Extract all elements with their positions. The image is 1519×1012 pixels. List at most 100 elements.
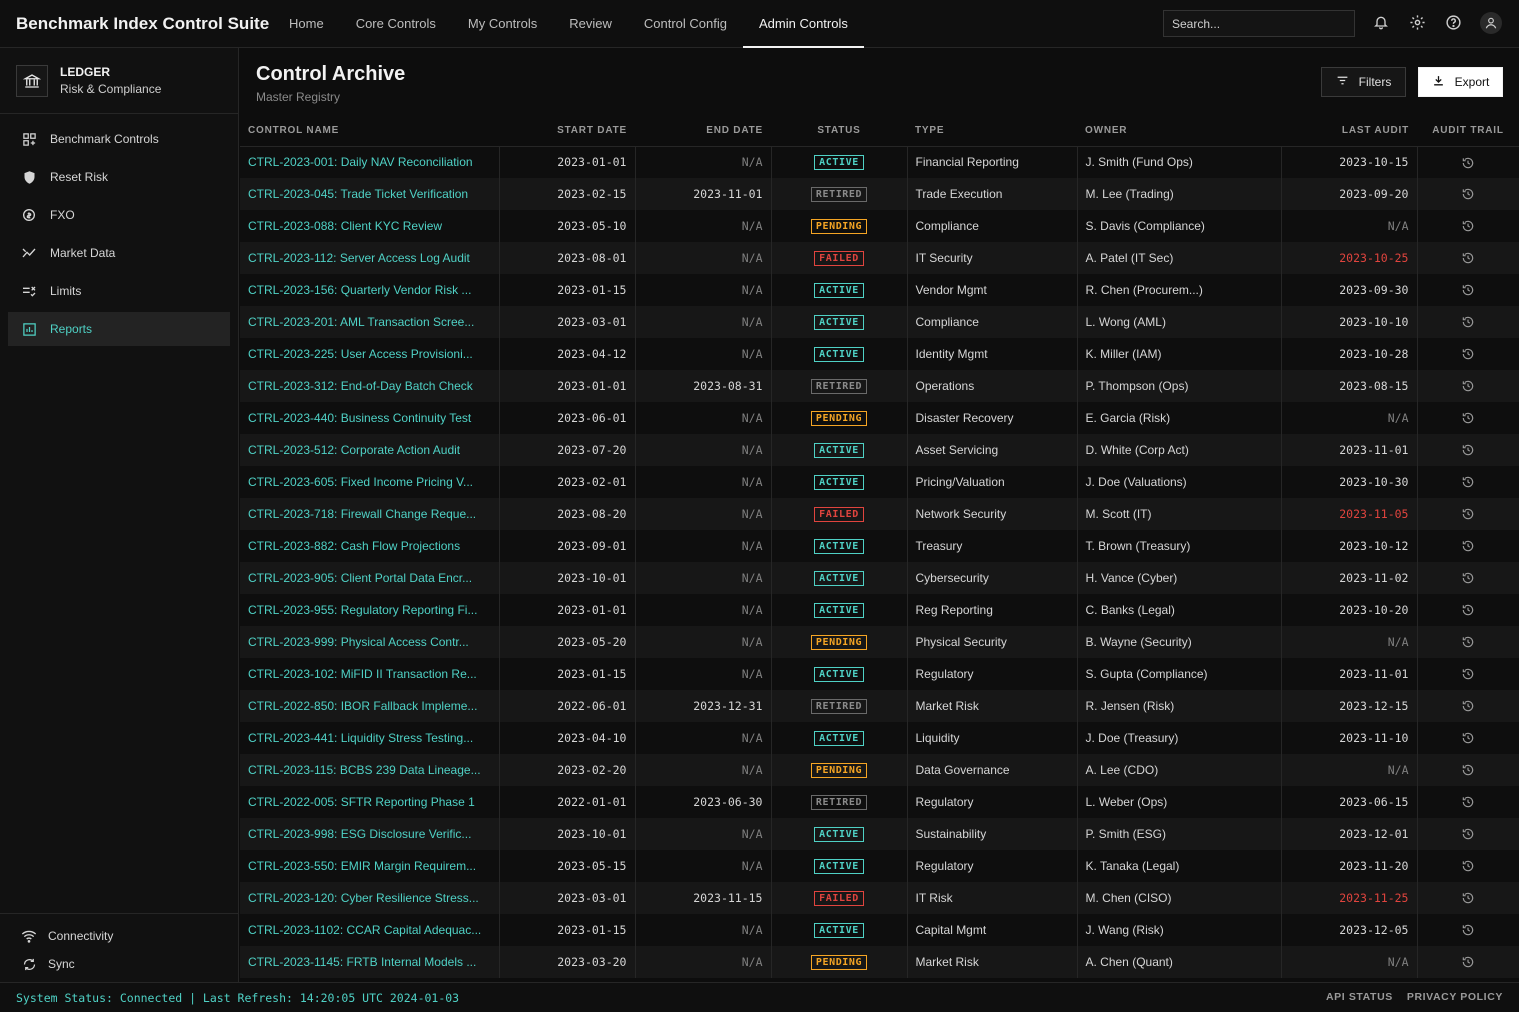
control-name-link[interactable]: CTRL-2023-1145: FRTB Internal Models ... (240, 946, 500, 978)
history-icon[interactable] (1461, 539, 1475, 553)
control-name-link[interactable]: CTRL-2023-201: AML Transaction Scree... (240, 306, 500, 338)
table-row[interactable]: CTRL-2023-441: Liquidity Stress Testing.… (240, 722, 1519, 754)
sidebar-item-fxo[interactable]: FXO (8, 198, 230, 232)
gear-icon[interactable] (1407, 12, 1427, 32)
history-icon[interactable] (1461, 955, 1475, 969)
control-name-link[interactable]: CTRL-2023-156: Quarterly Vendor Risk ... (240, 274, 500, 306)
history-icon[interactable] (1461, 859, 1475, 873)
table-row[interactable]: CTRL-2023-1145: FRTB Internal Models ...… (240, 946, 1519, 978)
table-row[interactable]: CTRL-2023-120: Cyber Resilience Stress..… (240, 882, 1519, 914)
sidebar-item-sync[interactable]: Sync (0, 950, 238, 978)
history-icon[interactable] (1461, 507, 1475, 521)
filters-button[interactable]: Filters (1321, 67, 1406, 97)
sidebar-item-reports[interactable]: Reports (8, 312, 230, 346)
control-name-link[interactable]: CTRL-2023-112: Server Access Log Audit (240, 242, 500, 274)
history-icon[interactable] (1461, 699, 1475, 713)
control-name-link[interactable]: CTRL-2023-955: Regulatory Reporting Fi..… (240, 594, 500, 626)
table-row[interactable]: CTRL-2023-605: Fixed Income Pricing V...… (240, 466, 1519, 498)
column-header[interactable]: END DATE (635, 116, 771, 147)
history-icon[interactable] (1461, 315, 1475, 329)
table-row[interactable]: CTRL-2023-512: Corporate Action Audit 202… (240, 434, 1519, 466)
history-icon[interactable] (1461, 731, 1475, 745)
control-name-link[interactable]: CTRL-2023-605: Fixed Income Pricing V... (240, 466, 500, 498)
control-name-link[interactable]: CTRL-2023-120: Cyber Resilience Stress..… (240, 882, 500, 914)
control-name-link[interactable]: CTRL-2023-905: Client Portal Data Encr..… (240, 562, 500, 594)
history-icon[interactable] (1461, 283, 1475, 297)
history-icon[interactable] (1461, 603, 1475, 617)
column-header[interactable]: STATUS (771, 116, 907, 147)
table-row[interactable]: CTRL-2023-001: Daily NAV Reconciliation 2… (240, 146, 1519, 178)
control-name-link[interactable]: CTRL-2023-512: Corporate Action Audit (240, 434, 500, 466)
history-icon[interactable] (1461, 411, 1475, 425)
table-row[interactable]: CTRL-2023-201: AML Transaction Scree... 2… (240, 306, 1519, 338)
control-name-link[interactable]: CTRL-2023-998: ESG Disclosure Verific... (240, 818, 500, 850)
table-row[interactable]: CTRL-2023-156: Quarterly Vendor Risk ...… (240, 274, 1519, 306)
history-icon[interactable] (1461, 379, 1475, 393)
control-name-link[interactable]: CTRL-2023-440: Business Continuity Test (240, 402, 500, 434)
column-header[interactable]: OWNER (1077, 116, 1281, 147)
control-name-link[interactable]: CTRL-2023-882: Cash Flow Projections (240, 530, 500, 562)
table-row[interactable]: CTRL-2023-088: Client KYC Review 2023-05-… (240, 210, 1519, 242)
privacy-policy-link[interactable]: PRIVACY POLICY (1407, 991, 1503, 1003)
control-name-link[interactable]: CTRL-2023-1102: CCAR Capital Adequac... (240, 914, 500, 946)
table-row[interactable]: CTRL-2023-905: Client Portal Data Encr..… (240, 562, 1519, 594)
control-name-link[interactable]: CTRL-2023-225: User Access Provisioni... (240, 338, 500, 370)
control-name-link[interactable]: CTRL-2022-005: SFTR Reporting Phase 1 (240, 786, 500, 818)
column-header[interactable]: LAST AUDIT (1281, 116, 1417, 147)
history-icon[interactable] (1461, 187, 1475, 201)
history-icon[interactable] (1461, 347, 1475, 361)
sidebar-item-benchmark-controls[interactable]: Benchmark Controls (8, 122, 230, 156)
table-row[interactable]: CTRL-2023-102: MiFID II Transaction Re..… (240, 658, 1519, 690)
control-name-link[interactable]: CTRL-2023-115: BCBS 239 Data Lineage... (240, 754, 500, 786)
table-row[interactable]: CTRL-2022-850: IBOR Fallback Impleme... 2… (240, 690, 1519, 722)
history-icon[interactable] (1461, 571, 1475, 585)
nav-tab-control-config[interactable]: Control Config (628, 0, 743, 48)
control-name-link[interactable]: CTRL-2023-045: Trade Ticket Verification (240, 178, 500, 210)
column-header[interactable]: TYPE (907, 116, 1077, 147)
control-name-link[interactable]: CTRL-2023-999: Physical Access Contr... (240, 626, 500, 658)
history-icon[interactable] (1461, 891, 1475, 905)
nav-tab-my-controls[interactable]: My Controls (452, 0, 553, 48)
table-row[interactable]: CTRL-2023-312: End-of-Day Batch Check 202… (240, 370, 1519, 402)
column-header[interactable]: AUDIT TRAIL (1417, 116, 1519, 147)
table-row[interactable]: CTRL-2023-550: EMIR Margin Requirem... 20… (240, 850, 1519, 882)
nav-tab-home[interactable]: Home (273, 0, 340, 48)
history-icon[interactable] (1461, 443, 1475, 457)
control-name-link[interactable]: CTRL-2023-001: Daily NAV Reconciliation (240, 146, 500, 178)
history-icon[interactable] (1461, 795, 1475, 809)
table-row[interactable]: CTRL-2023-1102: CCAR Capital Adequac... 2… (240, 914, 1519, 946)
sidebar-item-reset-risk[interactable]: Reset Risk (8, 160, 230, 194)
table-row[interactable]: CTRL-2023-998: ESG Disclosure Verific...… (240, 818, 1519, 850)
table-row[interactable]: CTRL-2023-882: Cash Flow Projections 2023… (240, 530, 1519, 562)
table-row[interactable]: CTRL-2023-045: Trade Ticket Verification… (240, 178, 1519, 210)
search-input[interactable] (1163, 10, 1355, 37)
control-name-link[interactable]: CTRL-2023-441: Liquidity Stress Testing.… (240, 722, 500, 754)
control-name-link[interactable]: CTRL-2023-718: Firewall Change Reque... (240, 498, 500, 530)
nav-tab-core-controls[interactable]: Core Controls (340, 0, 452, 48)
api-status-link[interactable]: API STATUS (1326, 991, 1393, 1003)
history-icon[interactable] (1461, 635, 1475, 649)
table-row[interactable]: CTRL-2023-718: Firewall Change Reque... 2… (240, 498, 1519, 530)
nav-tab-review[interactable]: Review (553, 0, 628, 48)
table-row[interactable]: CTRL-2023-115: BCBS 239 Data Lineage... 2… (240, 754, 1519, 786)
history-icon[interactable] (1461, 763, 1475, 777)
control-name-link[interactable]: CTRL-2023-102: MiFID II Transaction Re..… (240, 658, 500, 690)
sidebar-item-limits[interactable]: Limits (8, 274, 230, 308)
table-row[interactable]: CTRL-2023-955: Regulatory Reporting Fi..… (240, 594, 1519, 626)
control-name-link[interactable]: CTRL-2023-088: Client KYC Review (240, 210, 500, 242)
history-icon[interactable] (1461, 827, 1475, 841)
column-header[interactable]: CONTROL NAME (240, 116, 499, 147)
history-icon[interactable] (1461, 923, 1475, 937)
table-row[interactable]: CTRL-2022-005: SFTR Reporting Phase 1 202… (240, 786, 1519, 818)
table-row[interactable]: CTRL-2023-225: User Access Provisioni...… (240, 338, 1519, 370)
bell-icon[interactable] (1371, 12, 1391, 32)
control-name-link[interactable]: CTRL-2023-312: End-of-Day Batch Check (240, 370, 500, 402)
user-icon[interactable] (1480, 12, 1502, 34)
control-name-link[interactable]: CTRL-2023-550: EMIR Margin Requirem... (240, 850, 500, 882)
history-icon[interactable] (1461, 667, 1475, 681)
history-icon[interactable] (1461, 475, 1475, 489)
help-icon[interactable] (1443, 12, 1463, 32)
sidebar-item-market-data[interactable]: Market Data (8, 236, 230, 270)
sidebar-item-connectivity[interactable]: Connectivity (0, 922, 238, 950)
history-icon[interactable] (1461, 156, 1475, 170)
